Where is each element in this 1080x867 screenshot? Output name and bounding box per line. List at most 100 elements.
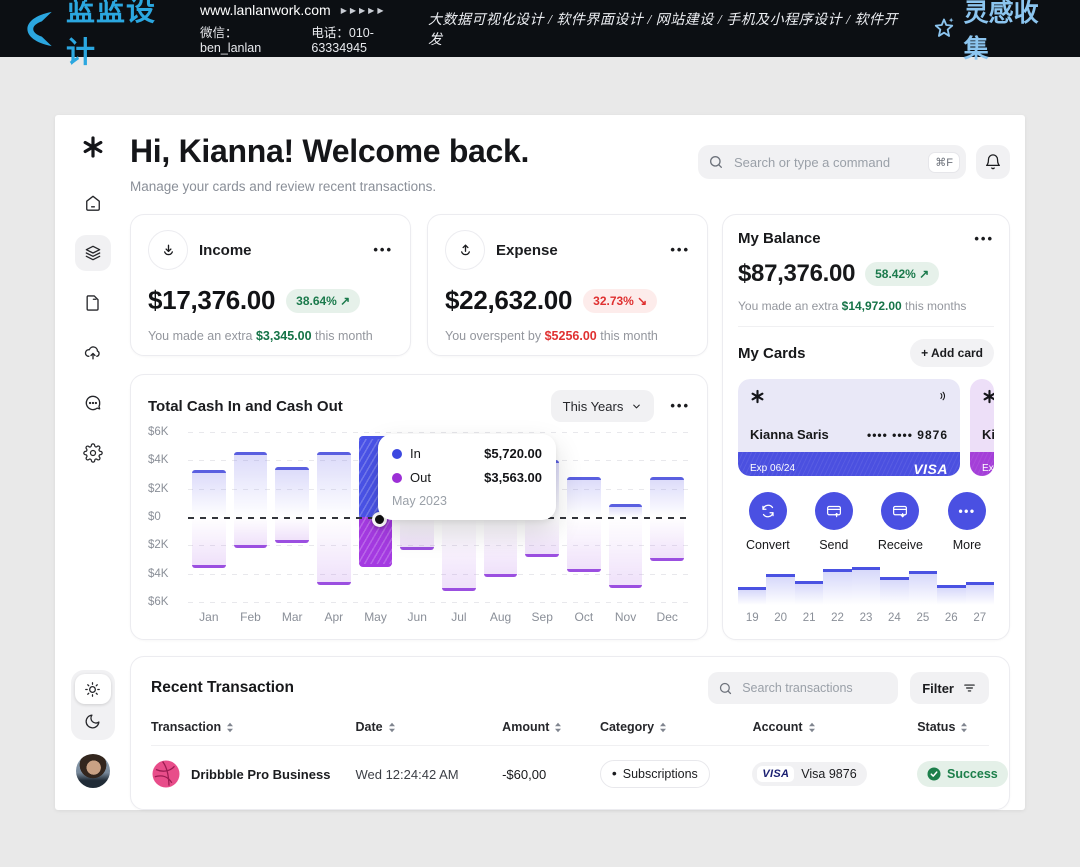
income-card: Income ••• $17,376.00 38.64% ↗ You made … (130, 214, 411, 356)
sidebar-item-documents[interactable] (75, 285, 111, 321)
bar-out-sep[interactable] (525, 517, 559, 557)
more-button[interactable]: ••• More (948, 492, 986, 552)
bar-out-oct[interactable] (567, 517, 601, 572)
page-title: Hi, Kianna! Welcome back. (130, 133, 529, 170)
add-card-button[interactable]: + Add card (910, 339, 994, 367)
filter-button[interactable]: Filter (910, 672, 989, 704)
transactions-title: Recent Transaction (151, 679, 294, 697)
bar-out-nov[interactable] (609, 517, 643, 588)
light-mode-button[interactable] (75, 674, 111, 704)
bar-in-feb[interactable] (234, 452, 268, 517)
banner-url[interactable]: www.lanlanwork.com (200, 2, 331, 18)
column-category[interactable]: Category (600, 720, 753, 734)
column-status[interactable]: Status (917, 720, 989, 734)
file-icon (83, 293, 103, 313)
sort-icon (659, 722, 667, 733)
column-account[interactable]: Account (753, 720, 918, 734)
send-icon (825, 502, 843, 520)
convert-icon (759, 502, 777, 520)
mini-bar-label: 22 (823, 612, 851, 624)
month-label: Nov (605, 610, 647, 624)
column-date[interactable]: Date (356, 720, 503, 734)
tooltip-period: May 2023 (392, 494, 542, 508)
card-logo-icon (982, 389, 994, 404)
table-row[interactable]: Dribbble Pro Business Wed 12:24:42 AM -$… (151, 746, 989, 803)
credit-card-primary[interactable]: Kianna Saris •••• •••• 9876 Exp 06/24 VI… (738, 379, 960, 476)
month-label: Jul (438, 610, 480, 624)
mini-bar (823, 569, 851, 605)
mini-bar-label: 24 (880, 612, 908, 624)
dark-mode-button[interactable] (75, 706, 111, 736)
bar-out-aug[interactable] (484, 517, 518, 577)
income-badge: 38.64% ↗ (286, 289, 360, 313)
bar-in-apr[interactable] (317, 452, 351, 517)
receive-button[interactable]: Receive (878, 492, 923, 552)
transaction-amount: -$60,00 (502, 767, 600, 782)
transactions-search-input[interactable] (740, 680, 888, 696)
column-amount[interactable]: Amount (502, 720, 600, 734)
chart-body: $6K$4K$2K$0$2K$4K$6K JanFebMarAprMayJunJ… (148, 432, 690, 628)
chart-range-select[interactable]: This Years (551, 390, 655, 422)
income-menu-icon[interactable]: ••• (373, 245, 393, 255)
lanlan-brand[interactable]: 蓝蓝设计 (22, 0, 184, 71)
bar-out-jan[interactable] (192, 517, 226, 568)
moon-icon (84, 713, 101, 730)
lanlan-logo-icon (22, 10, 58, 48)
mini-bar (766, 574, 794, 605)
contactless-icon (934, 389, 948, 403)
bar-in-mar[interactable] (275, 467, 309, 517)
bar-out-jul[interactable] (442, 517, 476, 591)
user-avatar[interactable] (76, 754, 110, 788)
gear-icon (83, 443, 103, 463)
inspiration-collect[interactable]: 灵感收集 (931, 0, 1062, 65)
bar-in-nov[interactable] (609, 504, 643, 517)
month-label: Mar (271, 610, 313, 624)
transactions-search[interactable] (708, 672, 898, 704)
sort-icon (388, 722, 396, 733)
bar-out-apr[interactable] (317, 517, 351, 585)
sun-icon (84, 681, 101, 698)
card-expiry: Exp 06/2 (982, 463, 994, 474)
recent-transactions-card: Recent Transaction Filter Transaction Da… (130, 656, 1010, 810)
expense-menu-icon[interactable]: ••• (670, 245, 690, 255)
credit-card-secondary[interactable]: Kianna Exp 06/2 (970, 379, 994, 476)
sidebar-item-dashboard[interactable] (75, 235, 111, 271)
sidebar-item-settings[interactable] (75, 435, 111, 471)
category-pill: Subscriptions (600, 760, 710, 788)
star-icon (931, 16, 957, 42)
chart-months: JanFebMarAprMayJunJulAugSepOctNovDec (188, 610, 688, 624)
card-holder: Kianna Saris (750, 427, 829, 442)
column-transaction[interactable]: Transaction (151, 720, 356, 734)
bar-out-feb[interactable] (234, 517, 268, 548)
search-input[interactable] (732, 154, 920, 171)
bar-in-jan[interactable] (192, 470, 226, 517)
notifications-button[interactable] (976, 145, 1010, 179)
bar-out-mar[interactable] (275, 517, 309, 543)
brand-name: 蓝蓝设计 (66, 0, 184, 71)
bar-in-dec[interactable] (650, 477, 684, 517)
bar-out-jun[interactable] (400, 517, 434, 550)
out-dot-icon (392, 473, 402, 483)
bar-out-dec[interactable] (650, 517, 684, 561)
chart-menu-icon[interactable]: ••• (670, 401, 690, 411)
balance-menu-icon[interactable]: ••• (974, 234, 994, 244)
mini-bar (795, 581, 823, 605)
cards-carousel: Kianna Saris •••• •••• 9876 Exp 06/24 VI… (738, 379, 994, 476)
command-search[interactable]: ⌘F (698, 145, 966, 179)
y-tick-label: $6K (148, 426, 168, 438)
y-tick-label: $4K (148, 568, 168, 580)
banner-wechat: 微信：ben_lanlan (200, 22, 297, 55)
convert-button[interactable]: Convert (746, 492, 790, 552)
sidebar-item-cloud[interactable] (75, 335, 111, 371)
month-label: Jun (396, 610, 438, 624)
mini-bar-27 (966, 582, 994, 605)
send-button[interactable]: Send (815, 492, 853, 552)
bar-in-oct[interactable] (567, 477, 601, 517)
app-logo-icon[interactable] (81, 135, 105, 159)
sidebar-item-messages[interactable] (75, 385, 111, 421)
income-icon (148, 230, 188, 270)
income-value: $17,376.00 (148, 285, 275, 316)
expense-label: Expense (496, 242, 558, 259)
mini-bar (966, 582, 994, 605)
sidebar-item-home[interactable] (75, 185, 111, 221)
